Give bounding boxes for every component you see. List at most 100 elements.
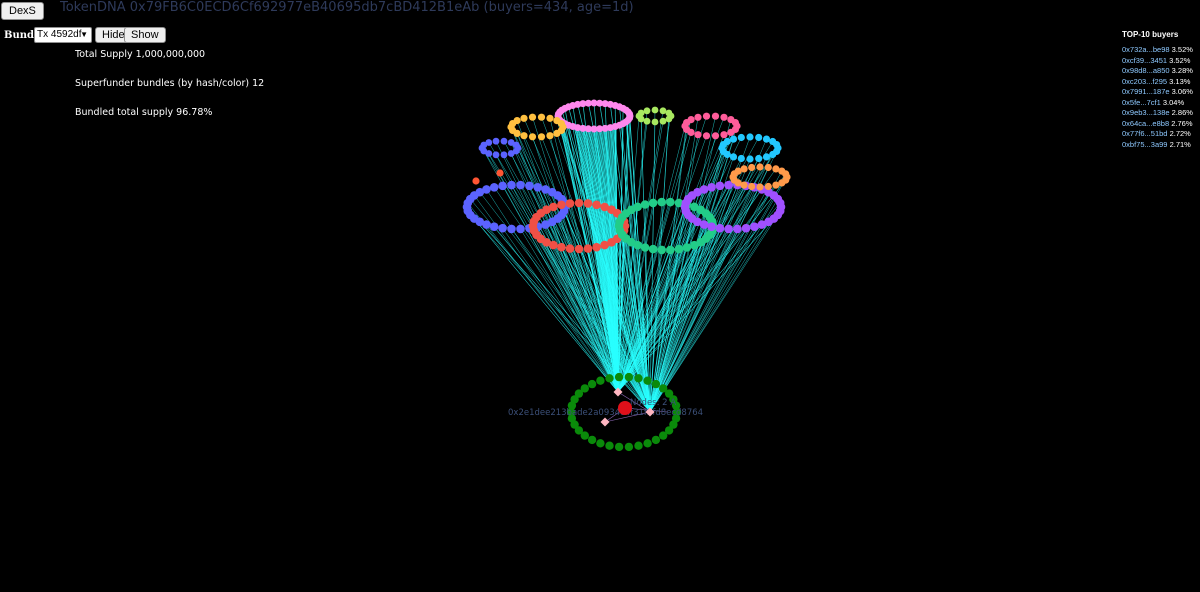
wallet-node[interactable] [772, 181, 780, 189]
wallet-node[interactable] [674, 244, 684, 254]
wallet-node[interactable] [755, 154, 763, 163]
wallet-node[interactable] [546, 132, 554, 140]
wallet-node[interactable] [546, 114, 554, 122]
wallet-node[interactable] [516, 180, 525, 190]
wallet-node[interactable] [520, 132, 528, 140]
wallet-node[interactable] [537, 113, 546, 121]
hub-marker[interactable] [613, 387, 623, 397]
wallet-node[interactable] [666, 245, 675, 255]
wallet-node[interactable] [711, 112, 720, 120]
wallet-node[interactable] [659, 431, 668, 440]
wallet-node[interactable] [492, 151, 500, 159]
wallet-node[interactable] [498, 223, 507, 233]
wallet-node[interactable] [583, 244, 593, 253]
wallet-node[interactable] [640, 200, 650, 209]
wallet-node[interactable] [605, 441, 614, 450]
wallet-node[interactable] [553, 129, 561, 137]
wallet-node[interactable] [633, 202, 642, 212]
buyer-address-link[interactable]: 0x7991...187e [1122, 87, 1170, 96]
wallet-node[interactable] [583, 199, 593, 208]
wallet-node[interactable] [565, 199, 575, 208]
wallet-node[interactable] [727, 128, 735, 136]
wallet-node[interactable] [748, 182, 756, 191]
wallet-node[interactable] [516, 224, 525, 234]
wallet-node[interactable] [687, 116, 695, 124]
wallet-node[interactable] [574, 198, 584, 208]
wallet-node[interactable] [711, 132, 720, 140]
wallet-node[interactable] [643, 376, 652, 385]
wallet-node[interactable] [528, 113, 537, 121]
wallet-node[interactable] [587, 435, 597, 445]
wallet-node[interactable] [533, 183, 543, 192]
wallet-node[interactable] [643, 117, 651, 125]
wallet-node[interactable] [651, 379, 661, 389]
wallet-node[interactable] [507, 150, 515, 157]
wallet-node[interactable] [507, 180, 516, 190]
wallet-node[interactable] [512, 141, 520, 149]
wallet-node[interactable] [707, 183, 716, 192]
dev-wallet-node[interactable] [618, 401, 632, 415]
wallet-node[interactable] [492, 137, 500, 145]
wallet-node[interactable] [750, 222, 759, 231]
wallet-node[interactable] [600, 240, 609, 250]
wallet-node[interactable] [507, 224, 516, 234]
buyer-address-link[interactable]: 0x5fe...7cf1 [1122, 98, 1161, 107]
wallet-node[interactable] [614, 372, 624, 382]
wallet-node[interactable] [637, 109, 645, 117]
buyer-address-link[interactable]: 0x9eb3...138e [1122, 108, 1170, 117]
wallet-node[interactable] [537, 133, 546, 141]
wallet-node[interactable] [756, 163, 764, 171]
wallet-node[interactable] [498, 181, 507, 191]
wallet-node[interactable] [762, 135, 771, 143]
wallet-node[interactable] [715, 181, 725, 191]
wallet-node[interactable] [737, 154, 745, 163]
wallet-node[interactable] [733, 224, 742, 234]
wallet-node[interactable] [624, 442, 634, 452]
wallet-node[interactable] [729, 153, 738, 161]
wallet-node[interactable] [773, 141, 781, 149]
wallet-node[interactable] [657, 197, 666, 207]
wallet-node[interactable] [648, 198, 658, 208]
wallet-node[interactable] [626, 110, 634, 118]
wallet-node[interactable] [720, 113, 728, 121]
wallet-node[interactable] [643, 107, 651, 115]
wallet-node[interactable] [549, 202, 558, 212]
wallet-node[interactable] [482, 185, 491, 194]
wallet-node[interactable] [596, 439, 605, 448]
wallet-node[interactable] [659, 117, 667, 125]
buyer-address-link[interactable]: 0xcf39...3451 [1122, 56, 1167, 65]
wallet-node[interactable] [764, 182, 772, 191]
wallet-node[interactable] [614, 442, 624, 452]
wallet-node[interactable] [775, 198, 785, 208]
wallet-node[interactable] [520, 114, 528, 122]
wallet-node[interactable] [657, 245, 666, 255]
buyer-address-link[interactable]: 0x732a...be98 [1122, 45, 1170, 54]
buyer-address-link[interactable]: 0xbf75...3a99 [1122, 140, 1167, 149]
wallet-node[interactable] [580, 384, 589, 393]
wallet-node[interactable] [715, 223, 725, 233]
dexs-button[interactable]: DexS [1, 2, 44, 20]
wallet-node[interactable] [729, 135, 738, 143]
wallet-node[interactable] [659, 107, 667, 115]
show-button[interactable]: Show [124, 27, 166, 43]
wallet-node[interactable] [694, 131, 702, 139]
wallet-node[interactable] [757, 220, 767, 229]
wallet-node[interactable] [665, 109, 673, 117]
wallet-node[interactable] [748, 163, 756, 172]
wallet-node[interactable] [485, 139, 493, 146]
wallet-node[interactable] [557, 120, 566, 128]
wallet-node[interactable] [605, 374, 614, 383]
wallet-node[interactable] [557, 200, 566, 210]
wallet-node[interactable] [737, 133, 745, 142]
wallet-node[interactable] [489, 222, 499, 231]
wallet-node[interactable] [782, 170, 790, 178]
wallet-node[interactable] [762, 153, 771, 161]
wallet-node[interactable] [643, 439, 652, 448]
wallet-node[interactable] [596, 376, 605, 385]
wallet-node[interactable] [496, 169, 504, 177]
wallet-node[interactable] [665, 115, 673, 123]
wallet-node[interactable] [707, 222, 716, 231]
wallet-node[interactable] [565, 244, 575, 253]
wallet-node[interactable] [648, 244, 658, 254]
wallet-node[interactable] [764, 163, 772, 172]
